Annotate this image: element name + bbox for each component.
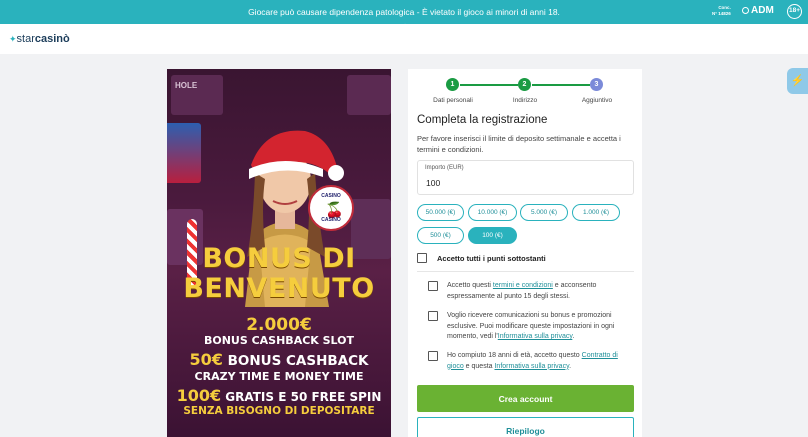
bonus-amount-2-value: 50€ [189,350,223,369]
bonus-amount-1: 2.000€ [246,315,312,335]
site-header: ✦starcasinò [0,24,808,54]
logo-casino-text: casinò [34,33,70,45]
sportsbook-icon[interactable]: ⚡ [787,68,808,94]
amount-chip-5000[interactable]: 5.000 (€) [520,204,568,221]
bonus-amount-3: 100€ GRATIS E 50 FREE SPIN [167,386,391,405]
divider [417,271,634,272]
starcasino-logo[interactable]: ✦starcasinò [9,33,70,45]
bonus-amount-3-value: 100€ [176,386,222,405]
summary-button[interactable]: Riepilogo [417,417,634,437]
gambling-warning-text: Giocare può causare dipendenza patologic… [248,7,560,17]
age-18-icon: 18+ [787,4,802,19]
bonus-amount-2-desc: BONUS CASHBACK [227,353,369,369]
consent3-text-b: e questa [463,362,495,370]
consent3-text-c: . [569,362,572,370]
conc-number: N° 14826 [712,11,731,16]
step-3-label: Aggiuntivo [581,97,613,104]
deposit-amount-field[interactable]: Importo (EUR) [417,160,634,195]
marketing-checkbox[interactable] [428,311,438,321]
deposit-amount-input[interactable] [426,176,616,190]
bonus-title-line1: BONUS DI [202,243,356,274]
marketing-consent-text: Voglio ricevere comunicazioni su bonus e… [447,311,635,343]
adm-logo-icon [742,7,749,14]
bonus-amount-1-desc: BONUS CASHBACK SLOT [203,334,355,347]
amount-chip-100[interactable]: 100 (€) [468,227,517,244]
step-1-label: Dati personali [433,97,473,104]
badge-text-top: CASINO [321,193,341,199]
concession-number: Conc. N° 14826 [712,5,731,17]
terms-consent-text: Accetto questi termini e condizioni e ac… [447,281,635,302]
terms-checkbox[interactable] [428,281,438,291]
form-description: Per favore inserisci il limite di deposi… [417,134,621,154]
adm-text: ADM [751,5,774,16]
game-tile-label: HOLE [175,81,198,90]
consent2-text-b: . [572,333,575,340]
deposit-amount-label: Importo (EUR) [425,165,464,171]
welcome-bonus-banner: HOLE CASINO 🍒 CASINO BONUS DI BENVENUTO … [167,69,391,437]
amount-chip-500[interactable]: 500 (€) [417,227,464,244]
responsible-gambling-bar: Giocare può causare dipendenza patologic… [0,0,808,24]
accept-all-checkbox[interactable] [417,253,427,263]
amount-chip-10000[interactable]: 10.000 (€) [468,204,517,221]
age-contract-checkbox[interactable] [428,351,438,361]
form-title: Completa la registrazione [417,114,548,126]
adm-logo: ADM [742,5,774,16]
logo-star-text: star [16,33,35,45]
game-tile [167,123,201,183]
step-connector [532,84,590,86]
step-2-label: Indirizzo [512,97,538,104]
game-tile [347,75,391,115]
step-3-indicator: 3 [590,78,603,91]
badge-text-bottom: CASINO [321,217,341,223]
create-account-button[interactable]: Crea account [417,385,634,412]
step-2-indicator: 2 [518,78,531,91]
casino-badge-icon: CASINO 🍒 CASINO [308,185,354,231]
age-contract-consent-text: Ho compiuto 18 anni di età, accetto ques… [447,351,635,372]
bonus-amount-2-desc2: CRAZY TIME E MONEY TIME [194,370,364,383]
amount-chip-50000[interactable]: 50.000 (€) [417,204,464,221]
bonus-amount-3-desc2: SENZA BISOGNO DI DEPOSITARE [183,405,375,417]
step-connector [460,84,518,86]
consent3-text-a: Ho compiuto 18 anni di età, accetto ques… [447,352,582,359]
bonus-amount-2: 50€ BONUS CASHBACK [167,350,391,369]
accept-all-label: Accetto tutti i punti sottostanti [437,254,546,263]
consent1-text-a: Accetto questi [447,282,493,289]
privacy-link-2[interactable]: Informativa sulla privacy [494,363,569,370]
bonus-amount-3-desc: GRATIS E 50 FREE SPIN [225,390,382,404]
bonus-title-line2: BENVENUTO [183,273,375,304]
terms-link[interactable]: termini e condizioni [493,282,553,289]
star-icon: ✦ [9,34,17,44]
step-1-indicator: 1 [446,78,459,91]
amount-chip-1000[interactable]: 1.000 (€) [572,204,620,221]
privacy-link[interactable]: Informativa sulla privacy [498,333,573,340]
